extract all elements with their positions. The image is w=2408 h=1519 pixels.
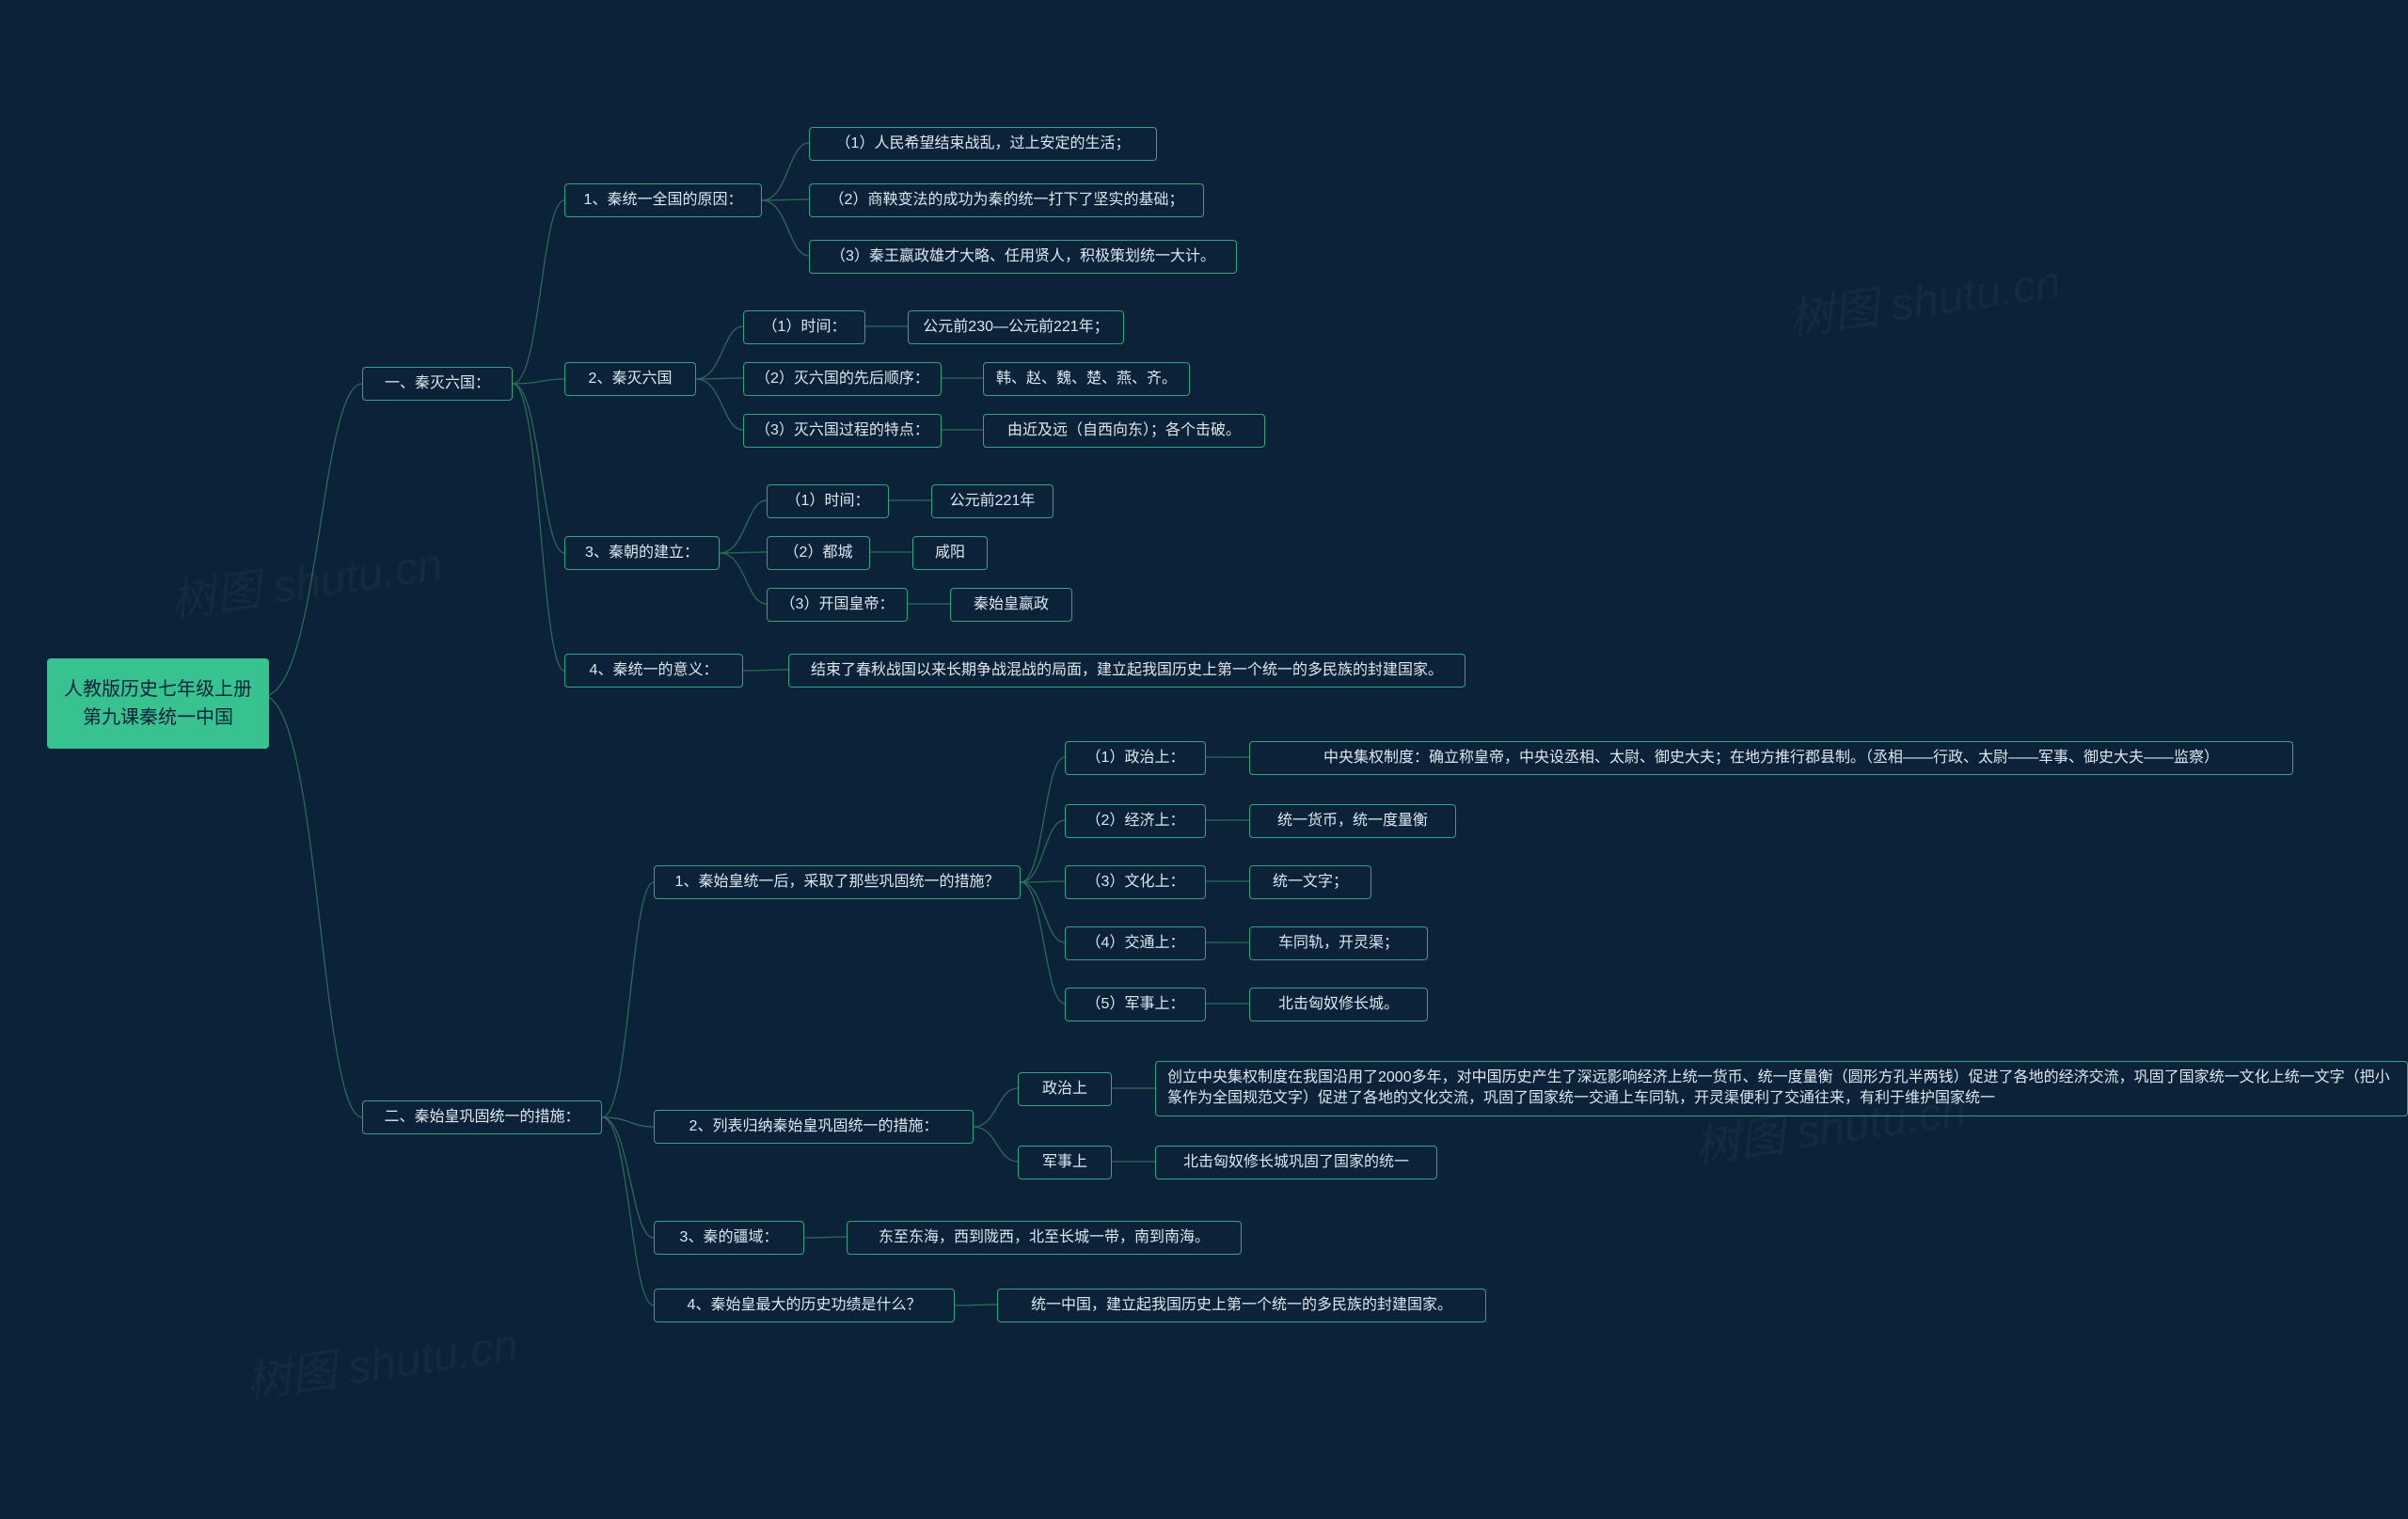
branch-node[interactable]: （3）灭六国过程的特点：	[743, 414, 942, 448]
branch-node[interactable]: 政治上	[1018, 1072, 1112, 1106]
branch-node[interactable]: 二、秦始皇巩固统一的措施：	[362, 1100, 602, 1134]
leaf-node[interactable]: 统一中国，建立起我国历史上第一个统一的多民族的封建国家。	[997, 1289, 1486, 1322]
leaf-node[interactable]: 创立中央集权制度在我国沿用了2000多年，对中国历史产生了深远影响经济上统一货币…	[1155, 1061, 2408, 1116]
leaf-node[interactable]: 东至东海，西到陇西，北至长城一带，南到南海。	[847, 1221, 1242, 1255]
leaf-node[interactable]: 统一文字；	[1249, 865, 1371, 899]
branch-node[interactable]: （2）灭六国的先后顺序：	[743, 362, 942, 396]
branch-node[interactable]: 3、秦的疆域：	[654, 1221, 804, 1255]
watermark: 树图 shutu.cn	[1784, 245, 2065, 348]
mindmap-canvas: 树图 shutu.cn 树图 shutu.cn 树图 shutu.cn 树图 s…	[0, 0, 2408, 1519]
leaf-node[interactable]: （3）秦王嬴政雄才大略、任用贤人，积极策划统一大计。	[809, 240, 1237, 274]
branch-node[interactable]: 4、秦统一的意义：	[564, 654, 743, 688]
leaf-node[interactable]: 车同轨，开灵渠；	[1249, 926, 1428, 960]
root-node[interactable]: 人教版历史七年级上册 第九课秦统一中国	[47, 658, 269, 749]
leaf-node[interactable]: （2）商鞅变法的成功为秦的统一打下了坚实的基础；	[809, 183, 1204, 217]
branch-node[interactable]: （2）经济上：	[1065, 804, 1206, 838]
leaf-node[interactable]: 中央集权制度：确立称皇帝，中央设丞相、太尉、御史大夫；在地方推行郡县制。（丞相—…	[1249, 741, 2293, 775]
branch-node[interactable]: 1、秦始皇统一后，采取了那些巩固统一的措施？	[654, 865, 1021, 899]
leaf-node[interactable]: 咸阳	[912, 536, 988, 570]
leaf-node[interactable]: 结束了春秋战国以来长期争战混战的局面，建立起我国历史上第一个统一的多民族的封建国…	[788, 654, 1465, 688]
branch-node[interactable]: （1）政治上：	[1065, 741, 1206, 775]
branch-node[interactable]: （1）时间：	[767, 484, 889, 518]
watermark: 树图 shutu.cn	[242, 1307, 522, 1411]
branch-node[interactable]: 2、秦灭六国	[564, 362, 696, 396]
leaf-node[interactable]: 统一货币，统一度量衡	[1249, 804, 1456, 838]
branch-node[interactable]: （1）时间：	[743, 310, 865, 344]
branch-node[interactable]: 4、秦始皇最大的历史功绩是什么？	[654, 1289, 955, 1322]
branch-node[interactable]: 军事上	[1018, 1146, 1112, 1179]
branch-node[interactable]: 3、秦朝的建立：	[564, 536, 720, 570]
branch-node[interactable]: 2、列表归纳秦始皇巩固统一的措施：	[654, 1110, 974, 1144]
branch-node[interactable]: （4）交通上：	[1065, 926, 1206, 960]
leaf-node[interactable]: 公元前230—公元前221年；	[908, 310, 1124, 344]
leaf-node[interactable]: 秦始皇嬴政	[950, 588, 1072, 622]
leaf-node[interactable]: 由近及远（自西向东）；各个击破。	[983, 414, 1265, 448]
branch-node[interactable]: （5）军事上：	[1065, 988, 1206, 1021]
leaf-node[interactable]: 韩、赵、魏、楚、燕、齐。	[983, 362, 1190, 396]
branch-node[interactable]: （2）都城	[767, 536, 870, 570]
watermark: 树图 shutu.cn	[166, 527, 447, 630]
branch-node[interactable]: 一、秦灭六国：	[362, 367, 513, 401]
branch-node[interactable]: 1、秦统一全国的原因：	[564, 183, 762, 217]
leaf-node[interactable]: （1）人民希望结束战乱，过上安定的生活；	[809, 127, 1157, 161]
leaf-node[interactable]: 公元前221年	[931, 484, 1054, 518]
leaf-node[interactable]: 北击匈奴修长城巩固了国家的统一	[1155, 1146, 1437, 1179]
branch-node[interactable]: （3）开国皇帝：	[767, 588, 908, 622]
branch-node[interactable]: （3）文化上：	[1065, 865, 1206, 899]
leaf-node[interactable]: 北击匈奴修长城。	[1249, 988, 1428, 1021]
